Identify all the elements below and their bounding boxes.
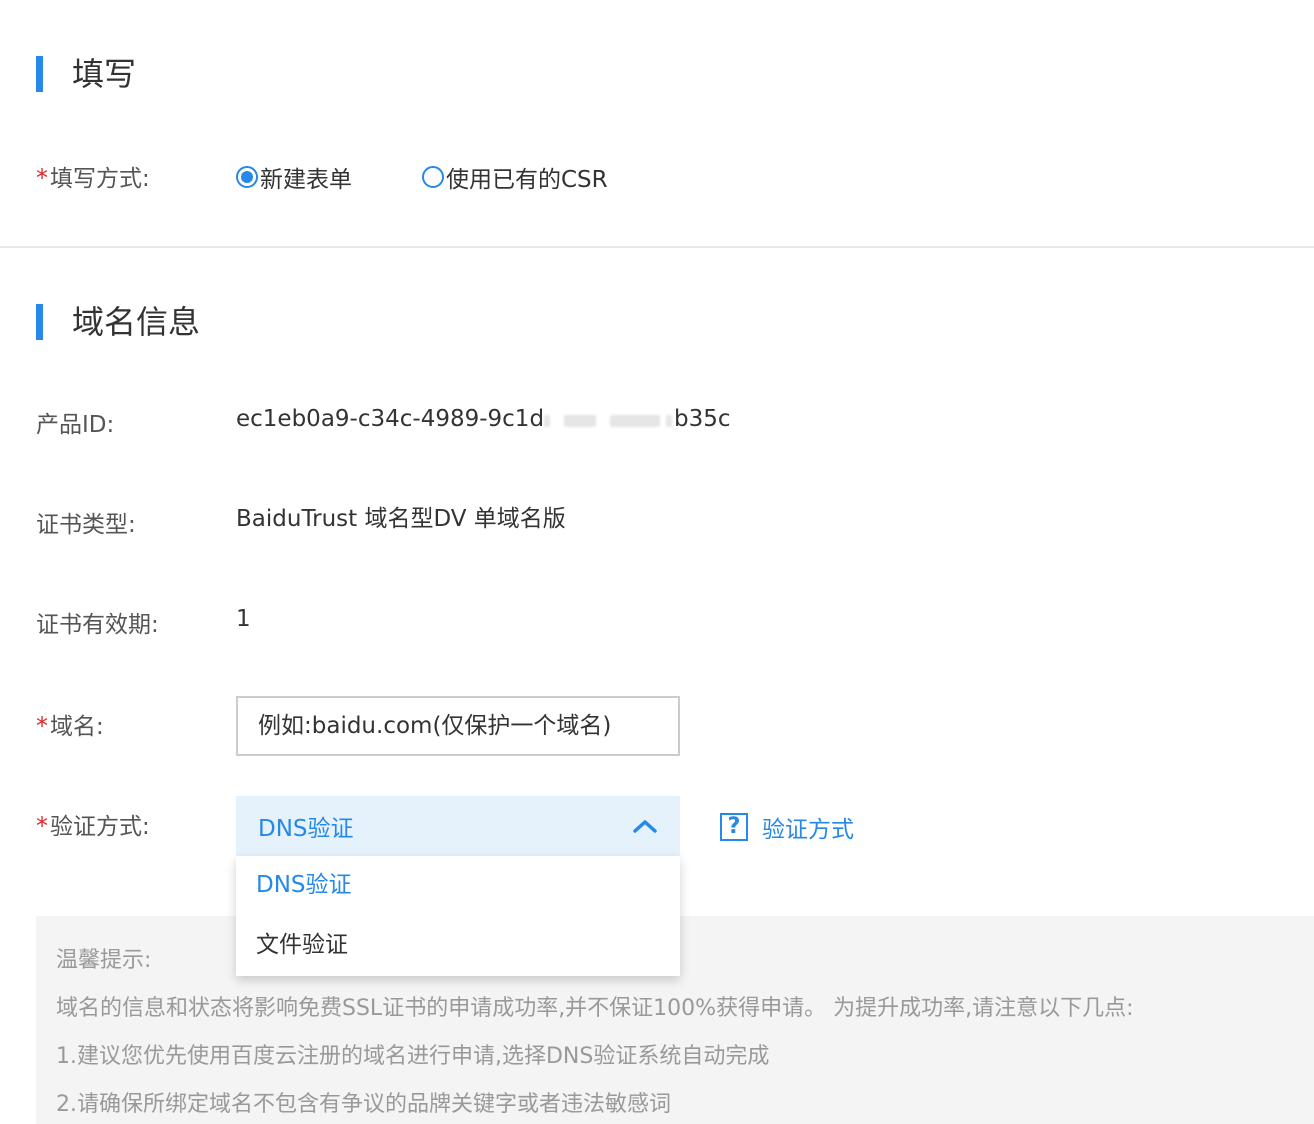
required-mark: * [36,712,48,740]
required-mark: * [36,164,48,192]
radio-unchecked-icon[interactable] [422,166,444,188]
fill-method-label-text: 填写方式: [50,166,150,192]
verify-method-select[interactable]: DNS验证 [236,796,680,856]
domain-label: *域名: [36,714,104,739]
section-accent-bar [36,56,43,92]
tips-line: 域名的信息和状态将影响免费SSL证书的申请成功率,并不保证100%获得申请。 为… [56,996,1134,1021]
tips-line: 1.建议您优先使用百度云注册的域名进行申请,选择DNS验证系统自动完成 [56,1044,770,1069]
cert-validity-value: 1 [236,606,251,632]
required-mark: * [36,812,48,840]
domain-input[interactable] [238,698,678,754]
verify-method-selected: DNS验证 [258,816,354,842]
section-title-fill: 填写 [72,55,137,93]
redacted-blur [544,409,674,431]
radio-existing-csr-label: 使用已有的CSR [446,167,608,193]
tips-line: 2.请确保所绑定域名不包含有争议的品牌关键字或者违法敏感词 [56,1092,671,1117]
verify-method-dropdown: DNS验证 文件验证 [236,856,680,976]
section-accent-bar [36,304,43,340]
product-id-label: 产品ID: [36,412,115,438]
section-divider [0,246,1314,248]
verify-method-label-text: 验证方式: [50,814,150,840]
radio-new-form-label: 新建表单 [260,167,352,193]
cert-validity-label: 证书有效期: [36,612,159,638]
dropdown-option-dns[interactable]: DNS验证 [256,874,352,897]
verify-method-help-link[interactable]: ? 验证方式 [720,810,854,844]
radio-new-form[interactable]: 新建表单 [236,160,352,194]
domain-input-wrapper [236,696,680,756]
domain-label-text: 域名: [50,714,104,740]
chevron-up-icon [633,820,657,833]
tips-title: 温馨提示: [56,948,152,973]
cert-type-label: 证书类型: [36,512,136,538]
dropdown-option-file[interactable]: 文件验证 [256,934,348,957]
radio-checked-icon[interactable] [236,166,258,188]
fill-method-label: *填写方式: [36,166,150,191]
verify-method-label: *验证方式: [36,814,150,839]
question-icon[interactable]: ? [720,813,748,841]
cert-type-value: BaiduTrust 域名型DV 单域名版 [236,506,566,532]
product-id-prefix: ec1eb0a9-c34c-4989-9c1d [236,406,545,432]
radio-existing-csr[interactable]: 使用已有的CSR [422,160,608,194]
help-link-text[interactable]: 验证方式 [762,810,854,844]
product-id-value: ec1eb0a9-c34c-4989-9c1d b35c [236,408,731,431]
product-id-suffix: b35c [674,406,731,432]
section-title-domain-info: 域名信息 [72,303,201,341]
